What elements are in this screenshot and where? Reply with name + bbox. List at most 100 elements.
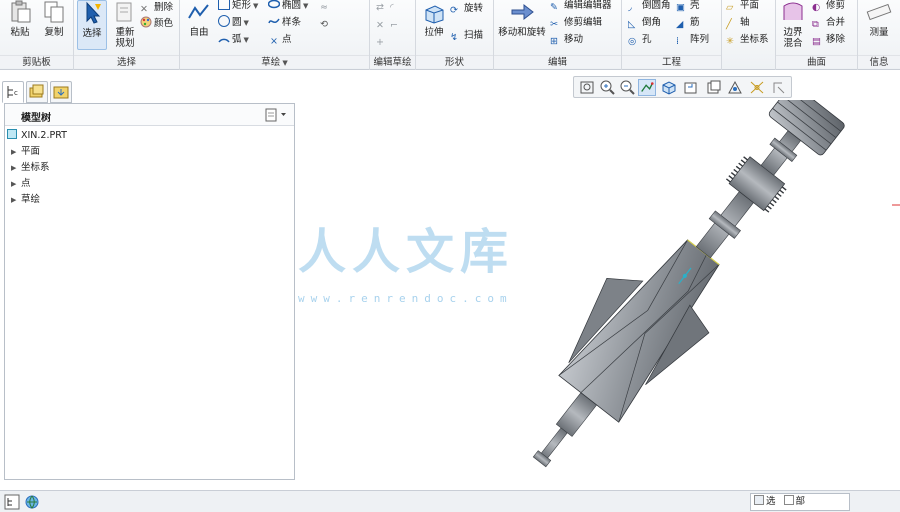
- array-label: 阵列: [690, 34, 710, 45]
- hole-button[interactable]: ◎ 孔: [628, 32, 652, 48]
- plane-button[interactable]: ▱ 平面: [726, 0, 759, 14]
- thicken-button[interactable]: ▤ 移除: [812, 32, 845, 48]
- expand-arrow-icon[interactable]: ▶: [11, 192, 21, 208]
- arc-dropdown-icon[interactable]: ▼: [244, 32, 249, 48]
- spline-label: 样条: [282, 17, 302, 28]
- revolve-icon: ⟳: [450, 5, 458, 16]
- selection-filter[interactable]: 选 部: [750, 493, 850, 511]
- tree-settings-button[interactable]: [264, 107, 290, 123]
- boundary-blend-button[interactable]: 边界 混合: [778, 0, 808, 49]
- tab-folder-browser[interactable]: [26, 81, 48, 103]
- circle-dropdown-icon[interactable]: ▼: [244, 15, 249, 31]
- move-button[interactable]: ⊞ 移动: [550, 32, 583, 48]
- shell-button[interactable]: ▣ 壳: [676, 0, 700, 14]
- regenerate-icon: [116, 2, 132, 22]
- extrude-button[interactable]: 拉伸: [420, 0, 448, 38]
- axis-button[interactable]: ╱ 轴: [726, 15, 750, 31]
- refit-icon[interactable]: [578, 79, 596, 96]
- group-label-surface: 曲面: [776, 55, 857, 68]
- divide-button[interactable]: +: [376, 33, 390, 49]
- copy-button[interactable]: 复制: [38, 0, 70, 38]
- group-surface: 边界 混合 ◐ 修剪 ⧉ 合并 ▤ 移除 曲面: [776, 0, 858, 70]
- color-button[interactable]: 颜色: [140, 16, 173, 32]
- sweep-button[interactable]: ↯ 扫描: [450, 28, 483, 44]
- group-label-operations: 选择: [74, 55, 179, 68]
- tree-item-label: 平面: [21, 146, 41, 157]
- revolve-button[interactable]: ⟳ 旋转: [450, 1, 483, 17]
- tab-model-tree[interactable]: c: [2, 81, 24, 103]
- merge-button[interactable]: ⧉ 合并: [812, 15, 845, 31]
- tree-item-sketches[interactable]: ▶ 草绘: [11, 192, 40, 208]
- zoom-in-icon[interactable]: [598, 79, 616, 96]
- group-editing: 移动和旋转 ✎ 编辑编辑器 ✂ 修剪编辑 ⊞ 移动 编辑: [494, 0, 622, 70]
- ellipse-dropdown-icon[interactable]: ▼: [303, 0, 308, 14]
- round-label: 倒圆角: [642, 0, 671, 11]
- zoom-out-icon[interactable]: [618, 79, 636, 96]
- tree-item-points[interactable]: ▶ 点: [11, 176, 31, 192]
- chamfer-button[interactable]: ◺ 倒角: [628, 15, 661, 31]
- ellipse-button[interactable]: 椭圆 ▼: [268, 0, 308, 14]
- group-operations: 选择 重新 规划 ✕ 删除 颜色 选择: [74, 0, 180, 70]
- annotation-display-icon[interactable]: [770, 79, 788, 96]
- tree-item-planes[interactable]: ▶ 平面: [11, 144, 40, 160]
- tree-item-label: 坐标系: [21, 162, 50, 173]
- rect-button[interactable]: 矩形 ▼: [218, 0, 258, 14]
- arc-button[interactable]: 弧 ▼: [218, 32, 249, 48]
- tab-favorites[interactable]: [50, 81, 72, 103]
- tree-root-item[interactable]: XIN.2.PRT: [7, 128, 67, 144]
- rotor-cone: [558, 239, 720, 423]
- rib-label: 筋: [690, 17, 700, 28]
- axis-icon: ╱: [726, 19, 732, 30]
- transform-button[interactable]: 移动和旋转: [497, 0, 547, 38]
- select-button[interactable]: 选择: [77, 0, 107, 50]
- expand-arrow-icon[interactable]: ▶: [11, 144, 21, 160]
- color-label: 颜色: [154, 18, 174, 29]
- measure-button[interactable]: 测量: [861, 0, 897, 38]
- chamfer-label: 倒角: [642, 17, 662, 28]
- circle-button[interactable]: 圆 ▼: [218, 15, 249, 31]
- sketch-tool-b-button[interactable]: ⟲: [320, 15, 334, 31]
- rect-dropdown-icon[interactable]: ▼: [253, 0, 258, 14]
- expand-arrow-icon[interactable]: ▶: [11, 176, 21, 192]
- saved-orientations-icon[interactable]: [682, 79, 700, 96]
- edit-def-button[interactable]: ✎ 编辑编辑器: [550, 0, 612, 14]
- part-icon: [7, 129, 17, 139]
- filter-part-icon: [783, 495, 794, 505]
- show-browser-icon[interactable]: [24, 494, 40, 510]
- delete-button[interactable]: ✕ 删除: [140, 0, 173, 16]
- trim-sketch-button[interactable]: ✕ ⌐: [376, 16, 404, 32]
- round-button[interactable]: ◞ 倒圆角: [628, 0, 671, 14]
- point-button[interactable]: × 点: [268, 32, 292, 48]
- paste-button[interactable]: 粘贴: [4, 0, 36, 38]
- group-label-info: 信息: [858, 55, 900, 68]
- view-manager-icon[interactable]: [704, 79, 722, 96]
- trim-edit-button[interactable]: ✂ 修剪编辑: [550, 15, 602, 31]
- group-edit-sketch: ⇄ ◜ ✕ ⌐ + 编辑草绘: [370, 0, 416, 70]
- free-sketch-button[interactable]: 自由: [184, 0, 214, 38]
- mirror-button[interactable]: ⇄ ◜: [376, 0, 404, 14]
- perspective-icon[interactable]: [726, 79, 744, 96]
- group-label-editing: 编辑: [494, 55, 621, 68]
- display-style-icon[interactable]: [660, 79, 678, 96]
- coord-button[interactable]: ✳ 坐标系: [726, 32, 769, 48]
- rib-button[interactable]: ◢ 筋: [676, 15, 700, 31]
- arc-icon: [218, 38, 230, 43]
- surface-trim-button[interactable]: ◐ 修剪: [812, 0, 845, 14]
- expand-arrow-icon[interactable]: ▶: [11, 160, 21, 176]
- show-navigator-icon[interactable]: [4, 494, 20, 510]
- spline-icon: [268, 18, 280, 24]
- sweep-label: 扫描: [464, 30, 484, 41]
- array-button[interactable]: ⁞ 阵列: [676, 32, 709, 48]
- sketch-group-dropdown-icon[interactable]: ▼: [282, 57, 287, 70]
- circle-label: 圆: [232, 17, 242, 28]
- tree-item-coordinate-systems[interactable]: ▶ 坐标系: [11, 160, 50, 176]
- view-toolbar: [573, 76, 792, 98]
- repaint-icon[interactable]: [638, 79, 656, 96]
- chamfer-icon: ◺: [628, 19, 636, 30]
- regenerate-button[interactable]: 重新 规划: [110, 0, 140, 49]
- tree-root-label: XIN.2.PRT: [21, 130, 67, 141]
- shell-icon: ▣: [676, 2, 685, 13]
- spline-button[interactable]: 样条: [268, 15, 301, 31]
- sketch-tool-a-button[interactable]: ≈: [320, 0, 334, 14]
- datum-display-icon[interactable]: [748, 79, 766, 96]
